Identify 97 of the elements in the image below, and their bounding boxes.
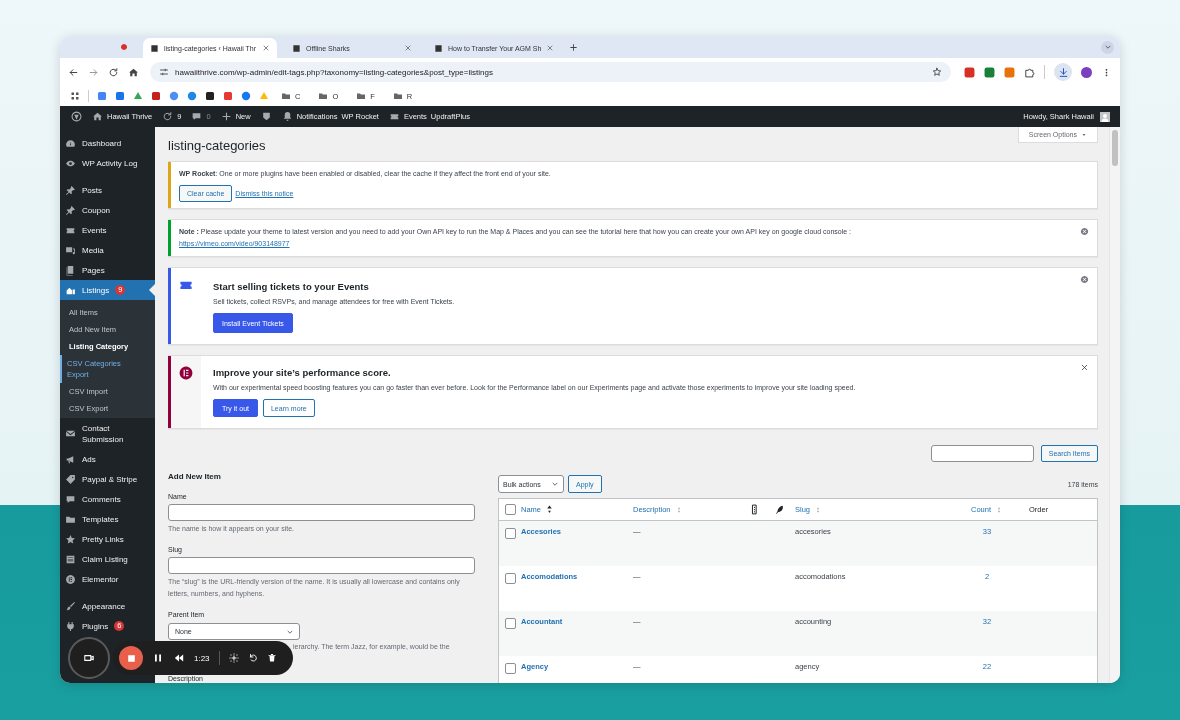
stop-icon bbox=[125, 652, 137, 664]
sorted-icon[interactable] bbox=[545, 505, 554, 514]
menu-item[interactable]: Contact Submission bbox=[60, 418, 155, 449]
extension-icon[interactable] bbox=[1004, 66, 1015, 78]
pages-icon bbox=[65, 264, 76, 276]
menu-item[interactable]: Paypal & Stripe bbox=[60, 469, 155, 489]
shield-icon[interactable] bbox=[260, 111, 272, 122]
close-icon[interactable] bbox=[1080, 227, 1089, 236]
trash-icon[interactable] bbox=[266, 653, 277, 663]
menu-item[interactable]: Claim Listing bbox=[60, 549, 155, 569]
forward-arrow-icon[interactable] bbox=[88, 66, 99, 78]
chevron-icon bbox=[1103, 43, 1112, 51]
extension-icon[interactable] bbox=[984, 66, 995, 78]
dot-grid-icon[interactable] bbox=[228, 653, 239, 663]
back-arrow-icon[interactable] bbox=[68, 66, 79, 78]
bookmark-star-icon[interactable] bbox=[932, 67, 942, 77]
search-field[interactable] bbox=[930, 445, 1034, 462]
menu-item[interactable]: Pretty Links bbox=[60, 529, 155, 549]
tune-icon[interactable] bbox=[159, 67, 169, 77]
input-field[interactable] bbox=[168, 557, 475, 574]
home-icon[interactable] bbox=[128, 66, 139, 78]
tab-icon bbox=[434, 43, 443, 53]
column-icon[interactable] bbox=[749, 504, 760, 515]
ticket-icon bbox=[388, 111, 400, 122]
undo-icon[interactable] bbox=[247, 653, 258, 663]
tab-icon bbox=[150, 43, 159, 53]
checkbox[interactable] bbox=[505, 528, 516, 539]
menu-item[interactable]: Dashboard bbox=[60, 133, 155, 153]
checkbox[interactable] bbox=[505, 618, 516, 629]
folder-icon bbox=[392, 91, 403, 101]
notice-title: Improve your site’s performance score. bbox=[213, 366, 392, 379]
menu-item[interactable]: Posts bbox=[60, 180, 155, 200]
avatar-icon[interactable] bbox=[1081, 66, 1092, 78]
address-bar[interactable]: hawaiithrive.com/wp-admin/edit-tags.php?taxonomy=listing-categories&post_type=listings bbox=[150, 62, 951, 82]
circle-bars-icon bbox=[65, 573, 76, 585]
menu-item[interactable]: Templates bbox=[60, 509, 155, 529]
menu-item[interactable]: WP Activity Log bbox=[60, 153, 155, 173]
speech-bubble-icon bbox=[65, 493, 76, 505]
menu-item[interactable]: Elementor bbox=[60, 569, 155, 589]
record-icon[interactable] bbox=[119, 42, 129, 52]
envelope-icon bbox=[65, 428, 76, 439]
refresh-icon bbox=[162, 111, 174, 122]
caret-icon bbox=[1081, 131, 1087, 138]
menu-item[interactable]: Comments bbox=[60, 489, 155, 509]
menu-item[interactable]: Media bbox=[60, 240, 155, 260]
plug-icon bbox=[65, 620, 76, 632]
pushpin-icon bbox=[65, 204, 76, 216]
refresh-icon[interactable] bbox=[108, 66, 119, 78]
download-icon bbox=[1057, 66, 1069, 78]
close-icon[interactable] bbox=[404, 44, 412, 52]
logo-icon[interactable] bbox=[71, 111, 82, 122]
download-button[interactable] bbox=[1054, 63, 1072, 81]
pause-icon[interactable] bbox=[152, 652, 164, 664]
gauge-icon bbox=[65, 137, 76, 149]
page-title: listing-categories bbox=[168, 139, 266, 153]
plus-icon[interactable] bbox=[569, 42, 579, 52]
checkbox[interactable] bbox=[505, 663, 516, 674]
home-icon bbox=[92, 111, 103, 122]
folder-icon bbox=[318, 91, 329, 101]
close-icon[interactable] bbox=[1080, 363, 1089, 372]
tab-icon bbox=[292, 43, 301, 53]
speech-bubble-icon bbox=[191, 111, 203, 122]
menu-item[interactable]: Ads bbox=[60, 449, 155, 469]
list-icon bbox=[65, 553, 76, 565]
star-icon bbox=[65, 533, 76, 545]
media-icon bbox=[65, 244, 76, 256]
circle-bars-icon bbox=[178, 365, 194, 381]
folder-icon bbox=[281, 91, 291, 101]
pushpin-icon bbox=[65, 184, 76, 196]
close-icon[interactable] bbox=[546, 44, 555, 52]
bell-icon bbox=[281, 111, 293, 122]
menu-item[interactable]: Events bbox=[60, 220, 155, 240]
chevron-icon bbox=[551, 480, 559, 488]
input-field[interactable] bbox=[168, 504, 475, 521]
extension-icon[interactable] bbox=[964, 66, 975, 78]
menu-item[interactable]: Coupon bbox=[60, 200, 155, 220]
avatar-icon[interactable] bbox=[1100, 111, 1110, 122]
feather-icon[interactable] bbox=[774, 504, 785, 515]
brush-icon bbox=[65, 600, 76, 612]
tag-icon bbox=[65, 473, 76, 485]
form-heading: Add New Item bbox=[168, 472, 222, 482]
apps-icon[interactable] bbox=[70, 91, 80, 101]
camera-icon bbox=[83, 652, 95, 664]
puzzle-icon[interactable] bbox=[1024, 66, 1035, 78]
scrollbar[interactable] bbox=[1109, 127, 1120, 683]
close-icon[interactable] bbox=[262, 44, 270, 52]
menu-item[interactable]: Appearance bbox=[60, 596, 155, 616]
menu-item[interactable]: Pages bbox=[60, 260, 155, 280]
recording-time: 1:23 bbox=[194, 653, 210, 663]
stop-button[interactable] bbox=[119, 646, 143, 670]
notice-title: Start selling tickets to your Events bbox=[213, 280, 370, 293]
checkbox[interactable] bbox=[505, 504, 516, 515]
checkbox[interactable] bbox=[505, 573, 516, 584]
folder-icon bbox=[356, 91, 367, 101]
rewind-icon[interactable] bbox=[173, 652, 185, 664]
close-icon[interactable] bbox=[1080, 275, 1089, 284]
plus-icon bbox=[220, 111, 232, 122]
